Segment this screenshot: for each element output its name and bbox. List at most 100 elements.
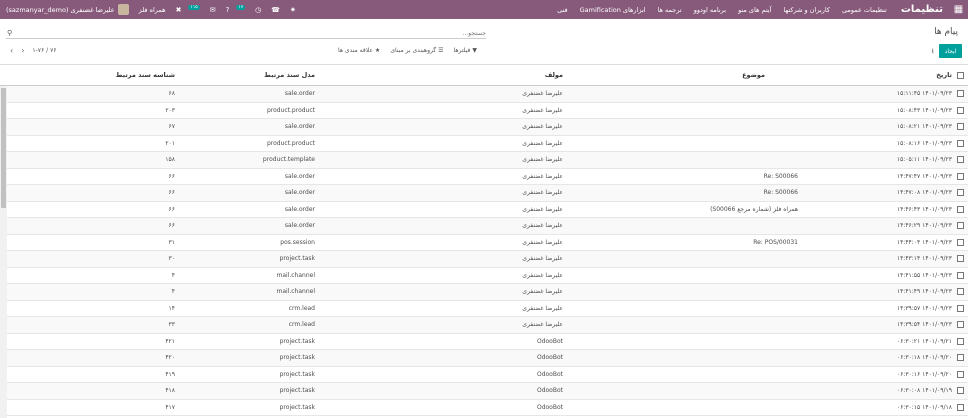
download-icon[interactable]: ⭳ <box>932 47 934 58</box>
row-checkbox[interactable] <box>957 321 964 329</box>
row-date: ۱۴۰۱/۰۹/۲۳ ۱۴:۴۶:۴۳ <box>896 205 952 213</box>
row-checkbox[interactable] <box>957 156 964 164</box>
page-title: پیام ها <box>934 27 958 37</box>
row-author: علیرضا غضنفری <box>522 156 563 164</box>
menu-general-settings[interactable]: تنظیمات عمومی <box>842 6 887 14</box>
pager-value[interactable]: ۱-۷۶ / ۷۶ <box>32 47 56 54</box>
favorites-button[interactable]: ★علاقه مندی ها <box>338 47 380 54</box>
row-checkbox[interactable] <box>957 106 964 114</box>
menu-users-companies[interactable]: کاربران و شرکتها <box>783 6 830 14</box>
row-checkbox[interactable] <box>957 90 964 98</box>
table-row[interactable]: ۱۴۰۱/۰۹/۱۹ ۰۶:۳۰:۰۸ OdooBot project.task ۴۱… <box>0 383 968 400</box>
debug-bug-icon[interactable]: ✷ <box>290 6 296 14</box>
pager-prev-icon[interactable]: ‹ <box>10 46 13 55</box>
table-row[interactable]: ۱۴۰۱/۰۹/۲۳ ۱۴:۴۴:۰۴ Re: POS/00031 علیرضا غ… <box>0 235 968 251</box>
table-row[interactable]: ۱۴۰۱/۰۹/۲۳ ۱۴:۴۷:۰۸ Re: S00066 علیرضا غضنف… <box>0 185 968 202</box>
row-checkbox[interactable] <box>957 387 964 395</box>
tools-icon[interactable]: ✖ <box>176 6 182 14</box>
header-model[interactable]: مدل سند مرتبط <box>180 65 315 85</box>
table-row[interactable]: ۱۴۰۱/۰۹/۱۸ ۰۶:۳۰:۱۵ OdooBot project.task ۴۱… <box>0 400 968 416</box>
menu-technical[interactable]: فنی <box>557 6 568 14</box>
chat-badge: ۱۱۵ <box>188 5 200 10</box>
row-checkbox[interactable] <box>957 172 964 180</box>
row-date: ۱۴۰۱/۰۹/۲۳ ۱۴:۴۷:۰۸ <box>896 189 952 197</box>
table-row[interactable]: ۱۴۰۱/۰۹/۲۳ ۱۴:۴۱:۴۹ علیرضا غضنفری mail.cha… <box>0 284 968 301</box>
header-res-id[interactable]: شناسه سند مرتبط <box>40 65 175 85</box>
row-date: ۱۴۰۱/۰۹/۲۳ ۱۴:۴۷:۴۷ <box>896 172 952 180</box>
row-author: علیرضا غضنفری <box>522 304 563 312</box>
table-row[interactable]: ۱۴۰۱/۰۹/۲۳ ۱۴:۴۷:۴۷ Re: S00066 علیرضا غضنف… <box>0 169 968 185</box>
filter-icon: ▼ <box>472 47 477 54</box>
row-res-id: ۶۶ <box>168 172 175 180</box>
menu-menu-items[interactable]: آیتم های منو <box>738 6 771 14</box>
table-row[interactable]: ۱۴۰۱/۰۹/۲۳ ۱۵:۰۸:۴۳ علیرضا غضنفری product.… <box>0 103 968 119</box>
search-input[interactable] <box>26 30 486 37</box>
group-by-button[interactable]: ☰گروهبندی بر مبنای <box>390 47 443 54</box>
row-author: علیرضا غضنفری <box>522 205 563 213</box>
table-row[interactable]: ۱۴۰۱/۰۹/۲۳ ۱۵:۰۸:۲۱ علیرضا غضنفری sale.ord… <box>0 119 968 136</box>
row-checkbox[interactable] <box>957 337 964 345</box>
header-date[interactable]: تاریخ <box>802 65 952 85</box>
row-checkbox[interactable] <box>957 370 964 378</box>
row-checkbox[interactable] <box>957 222 964 230</box>
apps-menu-icon[interactable]: ▦ <box>949 0 968 19</box>
table-row[interactable]: ۱۴۰۱/۰۹/۲۳ ۱۴:۳۹:۵۴ علیرضا غضنفری crm.lead… <box>0 317 968 334</box>
row-res-id: ۱۵۸ <box>165 156 175 164</box>
table-row[interactable]: ۱۴۰۱/۰۹/۲۳ ۱۵:۱۱:۴۵ علیرضا غضنفری sale.ord… <box>0 86 968 103</box>
scrollbar[interactable] <box>0 86 7 418</box>
user-menu[interactable]: علیرضا غضنفری (sazmanyar_demo) <box>6 4 129 15</box>
row-date: ۱۴۰۱/۰۹/۱۹ ۰۶:۳۰:۰۸ <box>896 387 952 395</box>
table-row[interactable]: ۱۴۰۱/۰۹/۲۳ ۱۴:۳۹:۵۷ علیرضا غضنفری crm.lead… <box>0 301 968 317</box>
row-checkbox[interactable] <box>957 403 964 411</box>
row-model: product.template <box>262 156 315 164</box>
row-res-id: ۴۱۹ <box>165 370 175 378</box>
row-checkbox[interactable] <box>957 271 964 279</box>
search-icon[interactable]: ⚲ <box>7 29 12 37</box>
table-row[interactable]: ۱۴۰۱/۰۹/۲۳ ۱۴:۴۶:۴۳ همراه فلز (شماره مرجع… <box>0 202 968 218</box>
row-res-id: ۳۳ <box>168 321 175 329</box>
row-checkbox[interactable] <box>957 354 964 362</box>
row-checkbox[interactable] <box>957 238 964 246</box>
table-row[interactable]: ۱۴۰۱/۰۹/۲۱ ۰۶:۳۰:۲۱ OdooBot project.task ۴۲… <box>0 334 968 350</box>
row-res-id: ۴۱۷ <box>165 403 175 411</box>
row-checkbox[interactable] <box>957 189 964 197</box>
row-model: crm.lead <box>288 321 315 329</box>
table-row[interactable]: ۱۴۰۱/۰۹/۲۳ ۱۴:۴۱:۵۵ علیرضا غضنفری mail.cha… <box>0 268 968 284</box>
row-date: ۱۴۰۱/۰۹/۲۳ ۱۴:۳۹:۵۷ <box>896 304 952 312</box>
row-checkbox[interactable] <box>957 205 964 213</box>
row-model: project.task <box>279 255 315 263</box>
row-checkbox[interactable] <box>957 288 964 296</box>
scrollbar-thumb[interactable] <box>1 88 6 208</box>
phone-icon[interactable]: ☎ <box>271 6 280 14</box>
table-row[interactable]: ۱۴۰۱/۰۹/۲۳ ۱۴:۴۳:۱۴ علیرضا غضنفری project.… <box>0 251 968 268</box>
row-checkbox[interactable] <box>957 139 964 147</box>
row-res-id: ۶۶ <box>168 205 175 213</box>
table-row[interactable]: ۱۴۰۱/۰۹/۲۳ ۱۵:۰۸:۱۶ علیرضا غضنفری product.… <box>0 136 968 152</box>
menu-gamification-tools[interactable]: ابزارهای Gamification <box>580 6 646 14</box>
table-row[interactable]: ۱۴۰۱/۰۹/۲۰ ۰۶:۳۰:۱۶ OdooBot project.task ۴۱… <box>0 367 968 383</box>
chat-icon[interactable]: ✉ <box>210 6 216 14</box>
row-res-id: ۱۴ <box>168 304 175 312</box>
row-res-id: ۴۲۱ <box>165 337 175 345</box>
table-row[interactable]: ۱۴۰۱/۰۹/۲۳ ۱۵:۰۵:۱۱ علیرضا غضنفری product.… <box>0 152 968 169</box>
filters-button[interactable]: ▼فیلترها <box>454 47 477 54</box>
select-all-checkbox[interactable] <box>957 71 964 79</box>
table-row[interactable]: ۱۴۰۱/۰۹/۲۰ ۰۶:۳۰:۱۸ OdooBot project.task ۴۲… <box>0 350 968 367</box>
top-navbar: ▦ تنظیمات تنظیمات عمومی کاربران و شرکتها… <box>0 0 968 19</box>
help-icon[interactable]: ? <box>226 6 230 14</box>
row-checkbox[interactable] <box>957 123 964 131</box>
company-switcher[interactable]: همراه فلز <box>139 6 166 14</box>
row-checkbox[interactable] <box>957 304 964 312</box>
header-author[interactable]: مولف <box>433 65 563 85</box>
row-author: علیرضا غضنفری <box>522 255 563 263</box>
app-brand[interactable]: تنظیمات <box>887 4 949 15</box>
pager-next-icon[interactable]: › <box>21 46 24 55</box>
row-model: project.task <box>279 370 315 378</box>
table-row[interactable]: ۱۴۰۱/۰۹/۲۳ ۱۴:۴۶:۲۹ علیرضا غضنفری sale.ord… <box>0 218 968 235</box>
menu-translations[interactable]: ترجمه ها <box>658 6 682 14</box>
activity-clock-icon[interactable]: ◷ <box>255 6 261 14</box>
row-date: ۱۴۰۱/۰۹/۲۳ ۱۵:۰۸:۱۶ <box>896 139 952 147</box>
row-checkbox[interactable] <box>957 255 964 263</box>
menu-odoo-apps[interactable]: برنامه اودوو <box>694 6 726 14</box>
create-button[interactable]: ایجاد <box>939 44 962 58</box>
